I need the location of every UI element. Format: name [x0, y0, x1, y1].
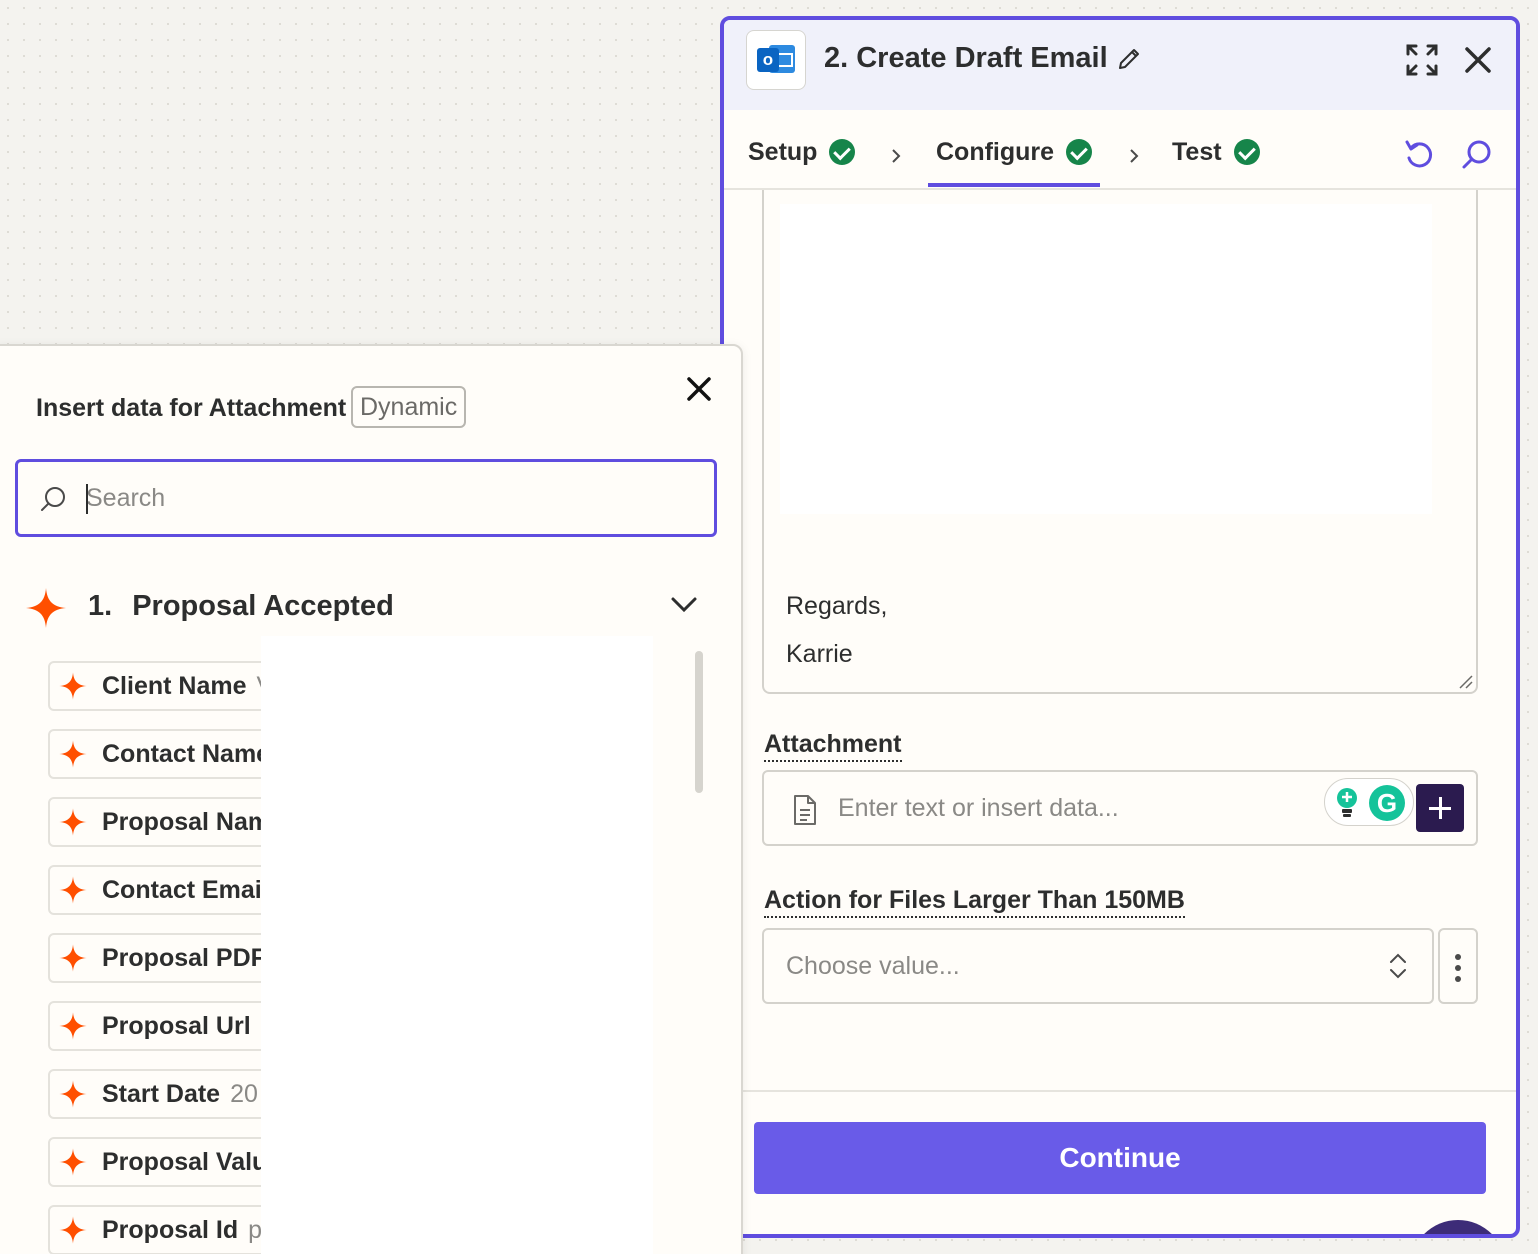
scrollbar[interactable]: [695, 651, 703, 793]
editor-header: o 2. Create Draft Email: [724, 20, 1516, 110]
zapier-star-icon: [59, 876, 87, 904]
chevron-right-icon: [892, 149, 901, 163]
data-item-label: Proposal Id: [102, 1215, 239, 1244]
value-preview-area: [261, 636, 653, 1254]
data-item-label: Contact Name: [102, 739, 261, 768]
zapier-star-icon: [59, 1148, 87, 1176]
data-item-proposal-pdf[interactable]: Proposal PDF: [48, 933, 261, 983]
lightbulb-icon: [1337, 788, 1357, 817]
outlook-app-icon: o: [746, 30, 806, 90]
dot-icon: [1455, 965, 1461, 971]
footer-divider: [724, 1090, 1516, 1092]
insert-data-title: Insert data for Attachment: [36, 394, 347, 422]
zapier-star-icon: [59, 740, 87, 768]
tab-configure[interactable]: Configure: [936, 134, 1093, 170]
data-item-value: pr: [248, 1215, 261, 1244]
grammarly-widget[interactable]: G: [1324, 778, 1414, 826]
data-item-value: 20: [230, 1079, 258, 1108]
tab-setup-label: Setup: [748, 137, 818, 166]
tab-test-label: Test: [1172, 137, 1222, 166]
zapier-star-icon: [26, 588, 66, 628]
tab-configure-label: Configure: [936, 137, 1055, 166]
zapier-star-icon: [59, 808, 87, 836]
trigger-number: 1.: [88, 590, 113, 622]
data-item-label: Client Name: [102, 671, 247, 700]
dynamic-badge: Dynamic: [351, 386, 467, 428]
data-item-label: Contact Email: [102, 875, 261, 904]
zapier-star-icon: [59, 1080, 87, 1108]
dot-icon: [1455, 954, 1461, 960]
body-line: Karrie: [786, 640, 853, 668]
data-item-label: Start Date: [102, 1079, 221, 1108]
text-cursor: [86, 484, 88, 514]
document-icon: [794, 795, 816, 825]
more-options-button[interactable]: [1438, 928, 1478, 1004]
close-icon[interactable]: [684, 374, 714, 404]
search-icon: [41, 487, 65, 511]
step-tabs: Setup Configure Test: [724, 110, 1516, 190]
grammarly-icon: G: [1369, 785, 1405, 821]
body-line: Regards,: [786, 592, 888, 620]
step-title[interactable]: 2. Create Draft Email: [824, 42, 1108, 75]
outlook-letter: o: [757, 48, 779, 72]
updown-chevron-icon: [1390, 953, 1406, 979]
tab-test[interactable]: Test: [1172, 134, 1260, 170]
data-item-label: Proposal Url: [102, 1011, 251, 1040]
zapier-star-icon: [59, 1012, 87, 1040]
check-circle-icon: [829, 139, 856, 165]
attachment-field[interactable]: Enter text or insert data... G: [762, 770, 1478, 846]
large-files-select[interactable]: Choose value...: [762, 928, 1434, 1004]
data-item-proposal-value[interactable]: Proposal Value: [48, 1137, 261, 1187]
step-editor-panel: o 2. Create Draft Email Setup Configure: [720, 16, 1520, 1238]
data-item-contact-email[interactable]: Contact Email: [48, 865, 261, 915]
insert-data-panel: Insert data for Attachment Dynamic Searc…: [0, 344, 743, 1254]
large-files-label: Action for Files Larger Than 150MB: [764, 886, 1185, 918]
check-circle-icon: [1233, 139, 1260, 165]
search-placeholder: Search: [86, 484, 166, 512]
trigger-group-title[interactable]: 1. Proposal Accepted: [88, 590, 394, 623]
resize-handle-icon[interactable]: [1456, 672, 1474, 690]
refresh-icon[interactable]: [1402, 138, 1436, 172]
zapier-star-icon: [59, 672, 87, 700]
check-circle-icon: [1066, 139, 1093, 165]
trigger-name: Proposal Accepted: [132, 590, 394, 622]
large-files-placeholder: Choose value...: [786, 952, 960, 980]
dot-icon: [1455, 976, 1461, 982]
insert-data-button[interactable]: [1416, 784, 1464, 832]
tab-setup[interactable]: Setup: [748, 134, 856, 170]
data-items-list: Client Name V Contact Name Proposal Name…: [48, 656, 261, 1254]
data-item-start-date[interactable]: Start Date 20: [48, 1069, 261, 1119]
data-item-proposal-name[interactable]: Proposal Name: [48, 797, 261, 847]
email-body-content: [780, 204, 1432, 514]
continue-button[interactable]: Continue: [754, 1122, 1486, 1194]
active-tab-indicator: [928, 183, 1100, 187]
search-icon[interactable]: [1460, 138, 1494, 172]
chevron-right-icon: [1130, 149, 1139, 163]
zapier-star-icon: [59, 944, 87, 972]
help-chat-icon[interactable]: [1410, 1220, 1506, 1234]
data-item-proposal-url[interactable]: Proposal Url h: [48, 1001, 261, 1051]
data-item-client-name[interactable]: Client Name V: [48, 661, 261, 711]
search-input[interactable]: Search: [15, 459, 717, 537]
data-item-value: V: [256, 672, 261, 701]
chevron-down-icon[interactable]: [670, 596, 698, 614]
close-icon[interactable]: [1460, 42, 1496, 78]
attachment-label: Attachment: [764, 730, 902, 762]
pencil-icon[interactable]: [1116, 46, 1142, 72]
data-item-label: Proposal Value: [102, 1147, 261, 1176]
email-body-textarea[interactable]: Regards, Karrie: [762, 190, 1478, 694]
zapier-star-icon: [59, 1216, 87, 1244]
data-item-proposal-id[interactable]: Proposal Id pr: [48, 1205, 261, 1254]
expand-icon[interactable]: [1404, 42, 1440, 78]
data-item-label: Proposal PDF: [102, 943, 261, 972]
data-item-contact-name[interactable]: Contact Name: [48, 729, 261, 779]
data-item-label: Proposal Name: [102, 807, 261, 836]
attachment-placeholder: Enter text or insert data...: [838, 794, 1119, 822]
